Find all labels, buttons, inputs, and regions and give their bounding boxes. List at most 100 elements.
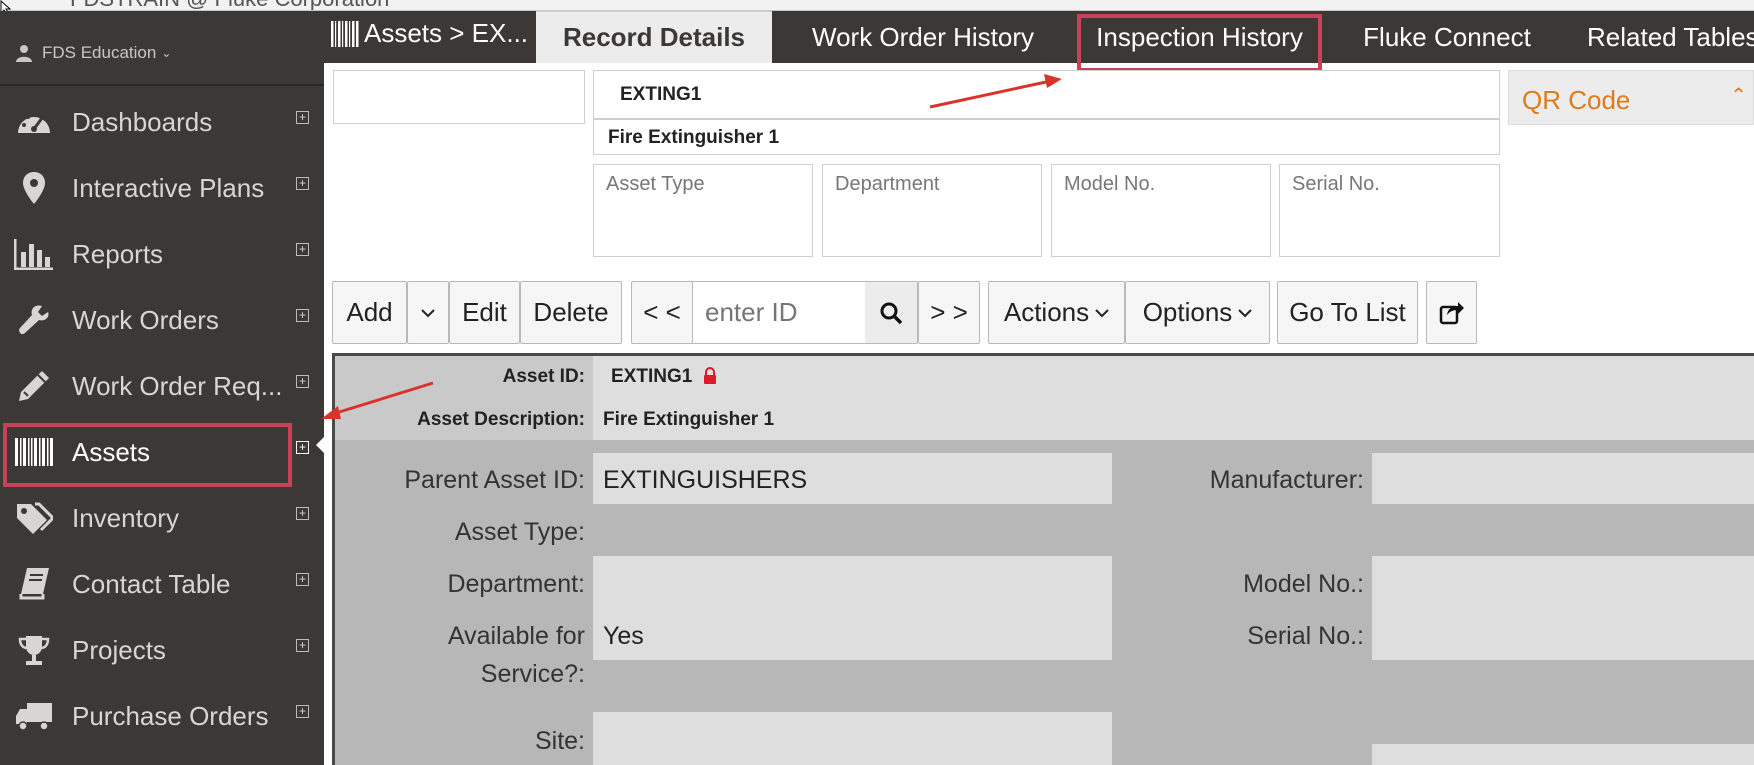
- wrench-icon: [13, 304, 55, 336]
- tab-work-order-history[interactable]: Work Order History: [792, 11, 1054, 63]
- sidebar: FDS Education ⌄ Dashboards + Interactive…: [0, 11, 324, 765]
- sidebar-item-inventory[interactable]: Inventory +: [0, 490, 324, 546]
- options-label: Options: [1142, 297, 1233, 327]
- qr-code-label: QR Code: [1522, 85, 1631, 115]
- user-name: FDS Education: [42, 43, 157, 62]
- edit-button[interactable]: Edit: [449, 281, 520, 344]
- book-icon: [13, 568, 55, 600]
- expand-icon[interactable]: +: [296, 639, 309, 652]
- search-button[interactable]: [866, 282, 916, 343]
- delete-label: Delete: [533, 297, 609, 327]
- model-no-label: Model No.:: [1243, 570, 1364, 598]
- expand-icon[interactable]: +: [296, 177, 309, 190]
- sidebar-item-work-order-requests[interactable]: Work Order Req... +: [0, 358, 324, 414]
- sidebar-item-projects[interactable]: Projects +: [0, 622, 324, 678]
- bar-chart-icon: [13, 238, 55, 270]
- record-id-box: EXTING1: [593, 70, 1500, 119]
- inspection-history-highlight-annotation: [1077, 14, 1322, 72]
- sidebar-item-label: Projects: [72, 635, 166, 665]
- sidebar-item-label: Work Order Req...: [72, 371, 283, 401]
- assets-highlight-annotation: [3, 423, 292, 487]
- user-menu[interactable]: FDS Education ⌄: [16, 41, 171, 65]
- record-id-input[interactable]: [693, 282, 865, 343]
- manufacturer-field[interactable]: [1372, 453, 1754, 504]
- tags-icon: [13, 502, 55, 534]
- chevron-down-icon: [421, 308, 435, 317]
- sidebar-item-label: Inventory: [72, 503, 179, 533]
- actions-label: Actions: [1003, 297, 1090, 327]
- sidebar-item-work-orders[interactable]: Work Orders +: [0, 292, 324, 348]
- add-button[interactable]: Add: [332, 281, 407, 344]
- tab-label: Fluke Connect: [1363, 21, 1531, 52]
- delete-button[interactable]: Delete: [520, 281, 622, 344]
- app-window: FDSTRAIN @ Fluke Corporation FDS Educati…: [0, 0, 1754, 765]
- asset-type-card: Asset Type: [593, 164, 813, 257]
- site-field[interactable]: [593, 712, 1112, 765]
- next-label: > >: [930, 297, 968, 327]
- lower-right-field[interactable]: [1372, 744, 1754, 765]
- sidebar-divider: [0, 84, 324, 86]
- window-title: FDSTRAIN @ Fluke Corporation: [70, 0, 389, 10]
- sidebar-item-dashboards[interactable]: Dashboards +: [0, 94, 324, 150]
- model-and-serial-field[interactable]: [1372, 556, 1754, 660]
- share-button[interactable]: [1426, 281, 1477, 344]
- search-icon: [880, 302, 903, 324]
- expand-icon[interactable]: +: [296, 705, 309, 718]
- sidebar-item-contact-table[interactable]: Contact Table +: [0, 556, 324, 612]
- pencil-icon: [13, 370, 55, 402]
- sidebar-item-label: Contact Table: [72, 569, 231, 599]
- department-label: Department:: [447, 570, 585, 598]
- breadcrumb[interactable]: Assets > EX...: [330, 18, 528, 49]
- expand-icon[interactable]: +: [296, 243, 309, 256]
- actions-button[interactable]: Actions: [988, 281, 1125, 344]
- asset-description-value: Fire Extinguisher 1: [603, 409, 775, 430]
- card-label: Asset Type: [606, 173, 705, 195]
- edit-label: Edit: [462, 297, 507, 327]
- expand-icon[interactable]: +: [296, 441, 309, 454]
- go-to-list-button[interactable]: Go To List: [1277, 281, 1418, 344]
- add-dropdown-button[interactable]: [407, 281, 449, 344]
- available-for-service-value: Yes: [603, 622, 644, 650]
- sidebar-item-reports[interactable]: Reports +: [0, 226, 324, 282]
- next-record-button[interactable]: > >: [918, 281, 980, 344]
- chevron-down-icon: ⌄: [161, 46, 172, 60]
- trophy-icon: [13, 634, 55, 666]
- department-and-availability-field[interactable]: [593, 556, 1112, 660]
- expand-icon[interactable]: +: [296, 309, 309, 322]
- asset-id-value: EXTING1: [611, 366, 693, 387]
- sidebar-item-label: Work Orders: [72, 305, 219, 335]
- available-for-service-label-line2: Service?:: [480, 660, 585, 688]
- record-id: EXTING1: [620, 84, 702, 105]
- sidebar-item-label: Dashboards: [72, 107, 213, 137]
- tab-related-tables[interactable]: Related Tables: [1580, 11, 1754, 63]
- sidebar-item-purchase-orders[interactable]: Purchase Orders +: [0, 688, 324, 744]
- parent-asset-id-value: EXTINGUISHERS: [603, 466, 808, 494]
- active-item-pointer: [316, 437, 324, 453]
- breadcrumb-text: Assets > EX...: [364, 18, 529, 48]
- record-description-box: Fire Extinguisher 1: [593, 119, 1500, 155]
- dashboard-icon: [13, 106, 55, 138]
- asset-id-label: Asset ID:: [502, 366, 585, 387]
- expand-icon[interactable]: +: [296, 507, 309, 520]
- previous-record-button[interactable]: < <: [631, 281, 693, 344]
- tab-label: Record Details: [562, 22, 746, 52]
- barcode-icon: [331, 20, 359, 47]
- tab-fluke-connect[interactable]: Fluke Connect: [1352, 11, 1542, 63]
- qr-code-panel[interactable]: QR Code ⌃: [1508, 70, 1754, 125]
- tab-label: Work Order History: [812, 21, 1034, 52]
- share-icon: [1439, 301, 1464, 324]
- sidebar-item-interactive-plans[interactable]: Interactive Plans +: [0, 160, 324, 216]
- map-pin-icon: [13, 172, 55, 204]
- lock-icon: [704, 367, 716, 384]
- record-image-placeholder: [333, 70, 585, 124]
- card-label: Model No.: [1064, 173, 1156, 195]
- sidebar-item-label: Purchase Orders: [72, 701, 269, 731]
- chevron-down-icon: [1095, 308, 1109, 317]
- tab-record-details[interactable]: Record Details: [536, 11, 772, 63]
- expand-icon[interactable]: +: [296, 573, 309, 586]
- chevron-up-icon[interactable]: ⌃: [1730, 83, 1747, 108]
- expand-icon[interactable]: +: [296, 111, 309, 124]
- options-button[interactable]: Options: [1125, 281, 1270, 344]
- expand-icon[interactable]: +: [296, 375, 309, 388]
- truck-icon: [13, 700, 55, 732]
